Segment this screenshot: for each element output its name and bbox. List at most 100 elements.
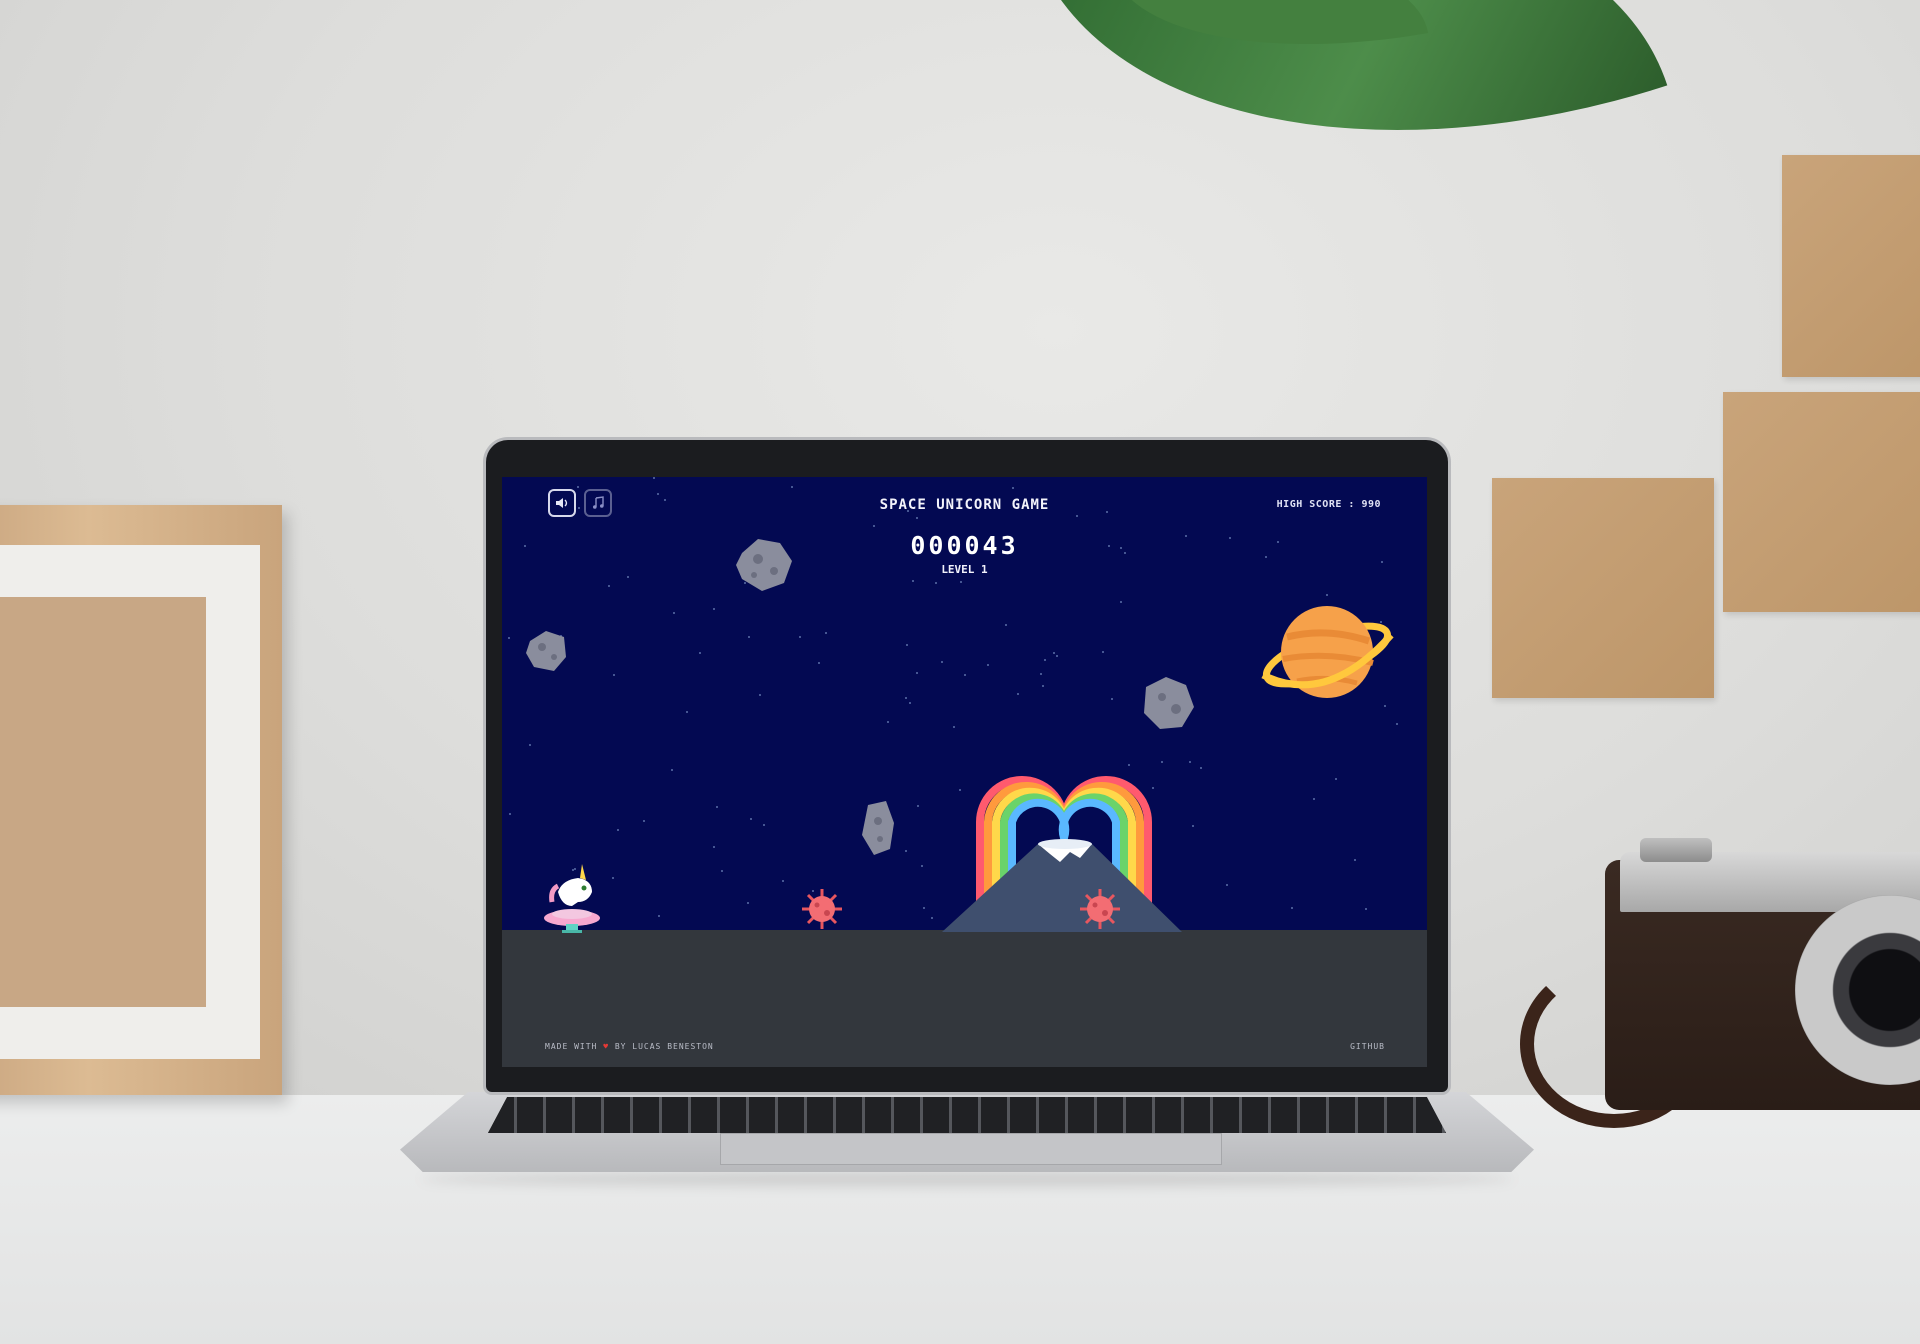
star [658,915,660,917]
star [1354,859,1356,861]
star [1335,778,1337,780]
star [686,711,688,713]
star [909,702,911,704]
level-indicator: LEVEL 1 [941,563,988,576]
star [964,674,966,676]
star [1056,655,1058,657]
star [716,806,718,808]
star [1111,698,1113,700]
virus-enemy [802,889,842,929]
star [873,525,875,527]
star [508,637,510,639]
laptop-keyboard [488,1097,1446,1133]
star [1291,907,1293,909]
star [799,636,801,638]
kraft-note [1723,392,1920,612]
star [1076,515,1078,517]
star [921,865,923,867]
frame-photo [0,597,206,1007]
footer-credits: MADE WITH ♥ BY LUCAS BENESTON [545,1042,714,1051]
star [916,517,918,519]
star [905,850,907,852]
asteroid [862,801,894,855]
github-link[interactable]: GITHUB [1350,1042,1385,1051]
high-score-label: HIGH SCORE [1277,499,1362,510]
star [608,585,610,587]
star [1053,652,1055,654]
star [1365,908,1367,910]
star [825,632,827,634]
star [953,726,955,728]
score-counter: 000043 [910,531,1019,560]
star [916,672,918,674]
star [763,824,765,826]
footer-author[interactable]: BY LUCAS BENESTON [615,1042,714,1051]
star [987,664,989,666]
star [818,662,820,664]
star [1396,723,1398,725]
laptop-shadow [420,1172,1514,1186]
star [887,721,889,723]
star [721,870,723,872]
asteroid [526,631,566,671]
star [1044,659,1046,661]
star [912,580,914,582]
star [1200,767,1202,769]
virus-enemy [1080,889,1120,929]
star [1192,825,1194,827]
star [673,612,675,614]
star [906,644,908,646]
high-score-value: 990 [1361,499,1381,510]
unicorn-player[interactable] [542,862,602,934]
star [653,477,655,479]
star [1042,685,1044,687]
star [529,744,531,746]
star [1005,624,1007,626]
star [713,608,715,610]
star [748,636,750,638]
picture-frame [0,505,282,1095]
high-score: HIGH SCORE990 [1277,499,1381,510]
camera-knob [1640,838,1712,862]
star [1326,594,1328,596]
star [917,805,919,807]
star [627,576,629,578]
star [643,820,645,822]
footer-made-with: MADE WITH [545,1042,598,1051]
star [613,674,615,676]
star [1017,693,1019,695]
star [791,486,793,488]
star [1012,487,1014,489]
star [782,880,784,882]
asteroid [736,539,792,591]
asteroid [1144,677,1194,729]
star [1189,761,1191,763]
star [747,902,749,904]
kraft-note [1492,478,1714,698]
star [1313,798,1315,800]
star [935,582,937,584]
star [1102,651,1104,653]
star [657,493,659,495]
star [671,769,673,771]
star [1226,884,1228,886]
laptop-touchpad [720,1133,1222,1165]
star [509,813,511,815]
star [617,829,619,831]
heart-icon: ♥ [603,1042,610,1051]
star [1120,601,1122,603]
rainbow-volcano [942,776,1182,932]
star [713,846,715,848]
star [759,694,761,696]
star [699,652,701,654]
star [1040,673,1042,675]
frame-mat [0,545,260,1059]
kraft-note [1782,155,1920,377]
star [931,917,933,919]
star [750,818,752,820]
star [923,907,925,909]
star [577,486,579,488]
star [905,697,907,699]
ringed-planet [1261,606,1394,698]
game-screen[interactable]: SPACE UNICORN GAME HIGH SCORE990 000043 … [502,477,1427,1067]
